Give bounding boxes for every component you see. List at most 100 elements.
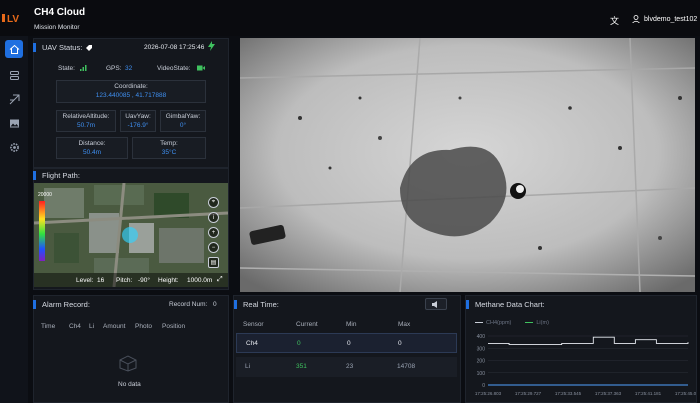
uav-status-title: UAV Status: <box>33 43 93 52</box>
layers-icon[interactable]: ▤ <box>208 257 219 268</box>
translate-icon[interactable]: 文 <box>610 14 620 26</box>
lightning-icon <box>208 41 215 51</box>
column-header: Amount <box>103 323 126 330</box>
real-time-title: Real Time: <box>234 300 279 309</box>
fullscreen-icon[interactable]: ⤢ <box>217 276 223 284</box>
methane-chart-title: Methane Data Chart: <box>466 300 545 309</box>
state-label: State: <box>58 65 75 72</box>
alarm-record-title: Alarm Record: <box>33 300 90 309</box>
nav-settings[interactable] <box>5 138 23 156</box>
gimbal-yaw-box: GimbalYaw: 0° <box>160 110 206 132</box>
x-tick-label: 17:25:37.363 <box>595 391 622 396</box>
empty-box-icon <box>119 355 137 372</box>
flight-path-title: Flight Path: <box>33 171 80 180</box>
uav-datetime: 2026-07-08 17:25:46 <box>144 44 205 51</box>
drone-icon <box>9 94 19 104</box>
mute-button[interactable] <box>425 298 447 310</box>
column-header: Time <box>41 323 56 330</box>
video-state-label: VideoState: <box>157 65 191 72</box>
section-marker <box>234 300 237 309</box>
zoom-out-icon[interactable]: − <box>208 242 219 253</box>
top-bar: LV CH4 Cloud Mission Monitor 文 blvdemo_t… <box>0 0 700 36</box>
y-tick-label: 0 <box>482 383 485 389</box>
x-tick-label: 17:25:41.181 <box>635 391 662 396</box>
nav-list[interactable] <box>5 66 23 84</box>
zoom-in-icon[interactable]: + <box>208 227 219 238</box>
sensor-cell: Ch4 <box>246 340 258 347</box>
section-marker <box>33 171 36 180</box>
x-tick-label: 17:25:33.545 <box>555 391 582 396</box>
series-line-1 <box>488 336 689 346</box>
x-tick-label: 17:25:29.727 <box>515 391 542 396</box>
sidebar <box>0 36 28 403</box>
max-cell: 0 <box>398 340 402 347</box>
thermal-camera-image <box>240 38 695 292</box>
user-name: blvdemo_test102 <box>644 15 698 23</box>
column-header: Min <box>346 321 357 328</box>
gps-value: 32 <box>125 65 133 72</box>
thermal-video-feed <box>240 38 695 292</box>
current-cell: 351 <box>296 363 307 370</box>
chart-legend: CH4(ppm) Li(m) <box>475 320 549 326</box>
current-cell: 0 <box>297 340 301 347</box>
uav-yaw-value: -176.9° <box>127 122 149 129</box>
satellite-map-image <box>34 183 228 287</box>
brand-logo: LV <box>2 14 19 25</box>
column-header: Sensor <box>243 321 264 328</box>
x-tick-label: 17:25:45.000 <box>675 391 696 396</box>
relative-altitude-label: RelativeAltitude: <box>62 113 110 120</box>
methane-line-chart: 400 300 200 100 0 17:25:26.803 17:25:29.727 17:… <box>475 334 696 396</box>
svg-text:LV: LV <box>7 14 19 25</box>
height-value: 1000.0m <box>187 277 213 284</box>
user-menu[interactable]: blvdemo_test102 <box>632 15 697 23</box>
y-tick-label: 100 <box>477 371 486 377</box>
settings-icon <box>9 142 19 152</box>
tag-icon <box>86 44 93 51</box>
legend-item: CH4(ppm) <box>475 320 511 326</box>
relative-altitude-value: 50.7m <box>76 122 96 129</box>
locate-icon[interactable]: ⌖ <box>208 197 219 208</box>
nav-home[interactable] <box>5 40 23 58</box>
min-cell: 23 <box>346 363 354 370</box>
signal-icon <box>80 65 87 71</box>
map-status-bar: Level: 16 Pitch: -90° Height: 1000.0m <box>34 273 228 287</box>
max-cell: 14708 <box>397 363 416 370</box>
table-row[interactable]: Li 351 23 14708 <box>236 357 457 377</box>
image-icon <box>9 119 19 127</box>
coordinate-box: Coordinate: 123.440085 , 41.717888 <box>56 80 206 103</box>
relative-altitude-box: RelativeAltitude: 50.7m <box>56 110 116 132</box>
gimbal-yaw-label: GimbalYaw: <box>165 113 201 120</box>
nav-image[interactable] <box>5 114 23 132</box>
distance-value: 50.4m <box>82 149 102 156</box>
min-cell: 0 <box>347 340 351 347</box>
info-icon[interactable]: i <box>208 212 219 223</box>
legend-max-value: 20000 <box>38 192 52 198</box>
column-header: Max <box>398 321 411 328</box>
list-icon <box>9 70 19 80</box>
no-data-text: No data <box>118 381 141 388</box>
column-header: Current <box>296 321 318 328</box>
gimbal-yaw-value: 0° <box>179 122 187 129</box>
uav-yaw-box: UavYaw: -176.9° <box>120 110 156 132</box>
pitch-label: Pitch: <box>116 277 133 284</box>
app-subtitle: Mission Monitor <box>34 24 80 31</box>
uav-yaw-label: UavYaw: <box>125 113 151 120</box>
height-label: Height: <box>158 277 179 284</box>
column-header: Ch4 <box>69 323 81 330</box>
column-header: Position <box>162 323 186 330</box>
flight-map[interactable]: 20000 ⌖ i + − ▤ Level: 16 Pitch: -90° He… <box>34 183 228 287</box>
section-marker <box>466 300 469 309</box>
distance-label: Distance: <box>78 140 106 147</box>
distance-box: Distance: 50.4m <box>56 137 128 159</box>
table-row[interactable]: Ch4 0 0 0 <box>236 333 457 353</box>
record-num-value: 0 <box>213 301 217 308</box>
y-tick-label: 200 <box>477 359 486 365</box>
section-marker <box>33 43 36 52</box>
column-header: Photo <box>135 323 152 330</box>
legend-item: Li(m) <box>525 320 549 326</box>
gps-label: GPS: <box>106 65 122 72</box>
nav-drone[interactable] <box>5 90 23 108</box>
sensor-cell: Li <box>245 363 251 370</box>
y-tick-label: 300 <box>477 346 486 352</box>
level-label: Level: <box>76 277 94 284</box>
